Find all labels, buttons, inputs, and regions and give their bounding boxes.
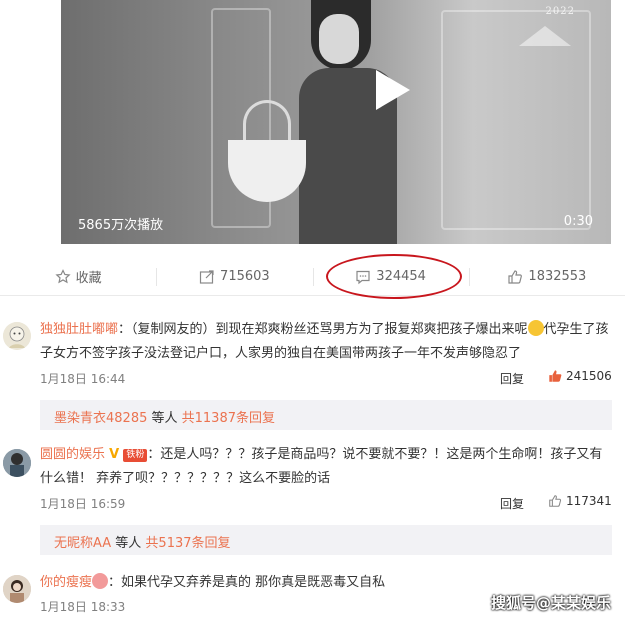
comment-username[interactable]: 圆圆的娱乐 (40, 447, 105, 462)
comment-text: ：（复制网友的）到现在郑爽粉丝还骂男方为了报复郑爽把孩子爆出来呢 (118, 322, 528, 337)
avatar-photo-icon (3, 575, 31, 603)
favorite-label: 收藏 (75, 271, 102, 286)
repost-button[interactable]: 715603 (156, 258, 312, 295)
video-section: 2022 5865万次播放 0:30 (0, 0, 625, 254)
comment-username[interactable]: 独独肚肚嘟嘟 (40, 322, 118, 337)
comment-like-count: 117341 (566, 494, 612, 508)
action-bar: 收藏 715603 324454 1832553 (0, 258, 625, 296)
thumbs-up-icon (549, 370, 562, 382)
video-player[interactable]: 2022 5865万次播放 0:30 (61, 0, 611, 244)
comment-like-count: 241506 (566, 369, 612, 383)
video-duration: 0:30 (563, 214, 593, 229)
comment-text: ：如果代孕又弃养是真的 那你真是既恶毒又自私 (108, 575, 386, 590)
reply-button[interactable]: 回复 (500, 370, 524, 387)
reply-summary-text: 等人 (147, 411, 182, 426)
repost-count: 715603 (220, 269, 270, 284)
reply-summary[interactable]: 墨染青衣48285 等人 共11387条回复 (40, 400, 612, 430)
verified-icon: V (109, 447, 120, 462)
comment-time: 1月18日 16:44 (40, 372, 126, 386)
thumbs-up-icon (549, 495, 562, 507)
watermark: 搜狐号@某某娱乐 (490, 594, 611, 612)
cry-emoji-icon (92, 573, 109, 589)
reply-summary-user[interactable]: 无昵称AA (54, 536, 111, 551)
avatar[interactable] (3, 449, 31, 477)
avatar[interactable] (3, 322, 31, 350)
comment-time: 1月18日 18:33 (40, 600, 126, 614)
thumbs-up-icon (508, 269, 523, 284)
reply-summary-count[interactable]: 共5137条回复 (145, 536, 230, 551)
comment-time: 1月18日 16:59 (40, 497, 126, 511)
play-icon[interactable] (376, 70, 410, 110)
reply-summary[interactable]: 无昵称AA 等人 共5137条回复 (40, 525, 612, 555)
comment-body: 圆圆的娱乐 V 铁粉 ：还是人吗？？？孩子是商品吗？说不要就不要？！这是两个生命啊… (40, 443, 613, 491)
comment-highlight-circle (326, 254, 462, 299)
comment-like-button[interactable]: 241506 (548, 369, 612, 383)
favorite-button[interactable]: 收藏 (0, 258, 156, 295)
avatar[interactable] (3, 575, 31, 603)
reply-summary-count[interactable]: 共11387条回复 (182, 411, 275, 426)
sweat-emoji-icon (527, 320, 544, 336)
reply-summary-text: 等人 (111, 536, 146, 551)
comment-username[interactable]: 你的瘦瘦 (40, 575, 92, 590)
video-logo: 2022 (545, 6, 575, 17)
star-icon (55, 268, 71, 283)
view-count: 5865万次播放 (78, 218, 164, 233)
fan-badge: 铁粉 (123, 449, 148, 462)
comment-body: 独独肚肚嘟嘟：（复制网友的）到现在郑爽粉丝还骂男方为了报复郑爽把孩子爆出来呢 代孕… (40, 318, 613, 366)
like-count: 1832553 (528, 269, 587, 284)
comment-like-button[interactable]: 117341 (548, 494, 612, 508)
like-button[interactable]: 1832553 (468, 258, 625, 295)
avatar-face-icon (3, 322, 31, 350)
video-logo-triangle (519, 26, 571, 46)
repost-icon (199, 269, 214, 284)
avatar-photo-icon (3, 449, 31, 477)
reply-button[interactable]: 回复 (500, 495, 524, 512)
video-figure-face (319, 14, 359, 64)
reply-summary-user[interactable]: 墨染青衣48285 (54, 411, 147, 426)
